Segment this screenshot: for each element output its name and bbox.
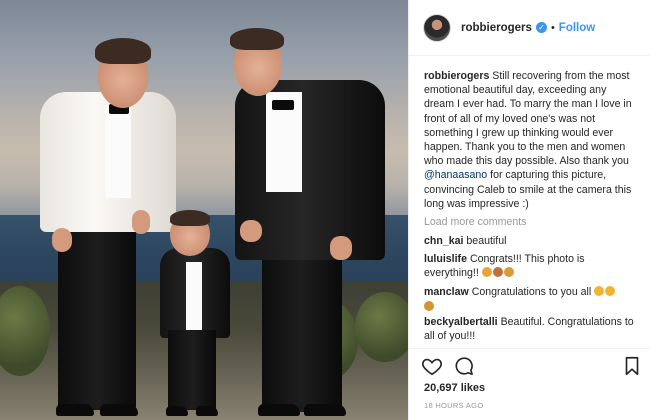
caption-mention-link[interactable]: @hanaasano [424,169,487,181]
comment-item: manclaw Congratulations to you all [424,285,637,311]
emoji-icon [503,267,514,278]
instagram-post-view: robbierogers ✓ • Follow robbierogers Sti… [0,0,650,420]
photo-bush [355,292,408,362]
header-separator: • [550,21,555,34]
comment-username[interactable]: manclaw [424,286,469,298]
load-more-comments-button[interactable]: Load more comments [424,216,637,228]
comment-username[interactable]: luluislife [424,253,467,265]
avatar[interactable] [423,13,451,42]
emoji-icon [481,267,492,278]
comment-item: beckyalbertalli Beautiful. Congratulatio… [424,315,637,343]
caption-text: Still recovering from the most emotional… [424,70,632,168]
follow-button[interactable]: Follow [559,22,595,34]
caption-username[interactable]: robbierogers [424,70,489,82]
verified-badge-icon: ✓ [535,22,547,33]
bookmark-icon[interactable] [621,355,643,377]
post-side-panel: robbierogers ✓ • Follow robbierogers Sti… [408,0,650,420]
post-timestamp[interactable]: 18 HOURS AGO [424,401,483,410]
comment-text: beautiful [466,235,507,248]
comment-item: chn_kai beautiful [424,234,637,248]
comment-item: luluislife Congrats!!! This photo is eve… [424,252,637,280]
comment-username[interactable]: beckyalbertalli [424,316,498,328]
comment-icon[interactable] [453,355,475,377]
emoji-icon [594,285,605,296]
heart-icon[interactable] [421,355,443,377]
comment-username[interactable]: chn_kai [424,235,463,247]
likes-count[interactable]: 20,697 likes [424,382,485,394]
comment-text: Congratulations to you all [471,285,592,298]
medal-emoji-icon [424,300,434,311]
comments-section[interactable]: robbierogers Still recovering from the m… [409,57,650,347]
post-photo[interactable] [0,0,408,420]
post-header: robbierogers ✓ • Follow [409,0,650,56]
emoji-icon [492,267,503,278]
post-actions-bar: 20,697 likes 18 HOURS AGO [409,348,650,420]
post-caption: robbierogers Still recovering from the m… [424,69,637,211]
emoji-icon [605,285,616,296]
header-username[interactable]: robbierogers [461,22,532,34]
